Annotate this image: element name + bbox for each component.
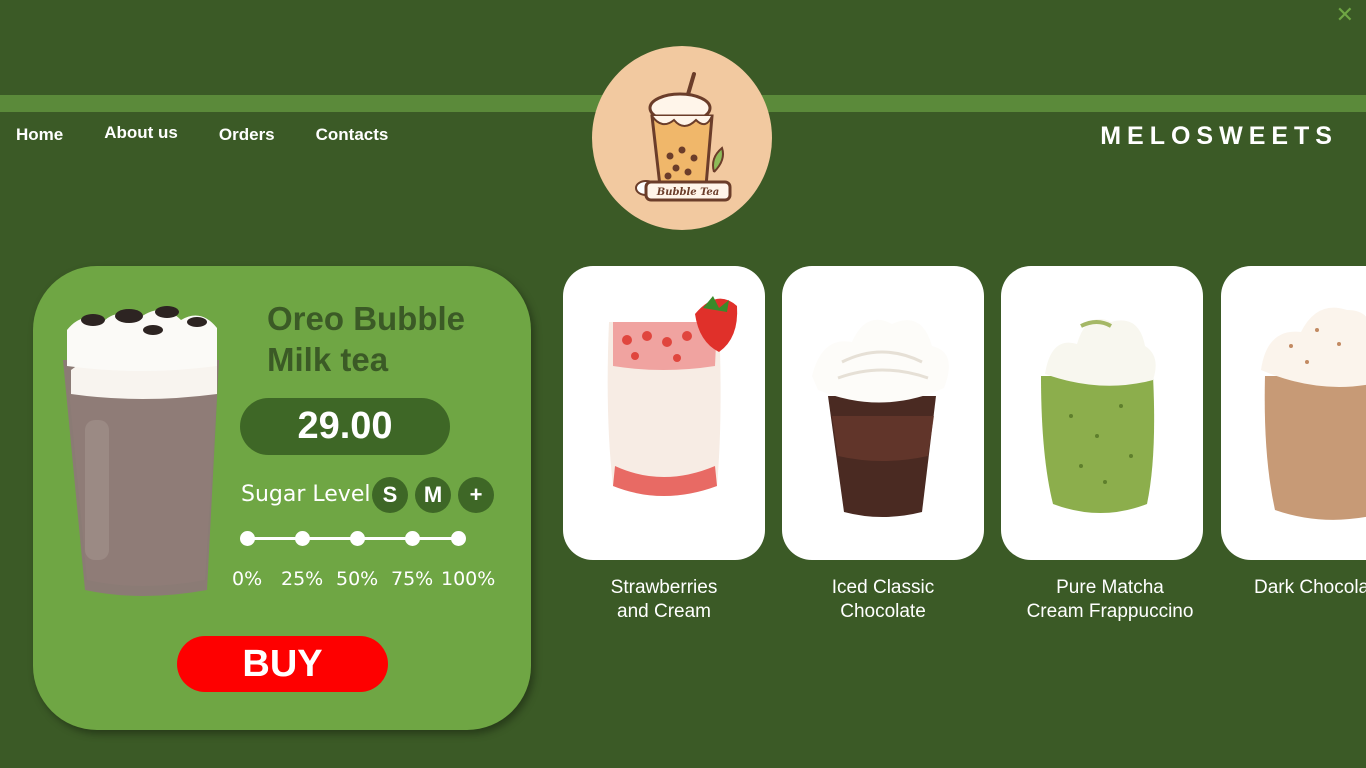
sugar-slider[interactable] xyxy=(240,530,466,548)
brand-name: MELOSWEETS xyxy=(1100,122,1338,150)
slider-stop-100[interactable] xyxy=(451,531,466,546)
menu-card-iced-classic-chocolate[interactable] xyxy=(782,266,984,560)
logo[interactable]: Bubble Tea xyxy=(592,46,772,230)
tick-label: 0% xyxy=(232,568,263,590)
slider-stop-25[interactable] xyxy=(295,531,310,546)
size-plus-button[interactable]: + xyxy=(458,477,494,513)
close-icon[interactable]: ✕ xyxy=(1336,4,1354,26)
menu-label-dark-chocolate: Dark Chocolate xyxy=(1254,577,1366,598)
nav-about-us[interactable]: About us xyxy=(104,123,178,145)
tick-label: 50% xyxy=(336,568,379,590)
sugar-level-label: Sugar Level xyxy=(241,482,371,507)
slider-stop-0[interactable] xyxy=(240,531,255,546)
logo-text: Bubble Tea xyxy=(656,187,720,198)
featured-product-card: Oreo Bubble Milk tea 29.00 Sugar Level S… xyxy=(33,266,531,730)
nav-orders[interactable]: Orders xyxy=(219,125,275,145)
main-nav: Home About us Orders Contacts xyxy=(16,123,429,145)
size-m-button[interactable]: M xyxy=(415,477,451,513)
slider-stop-75[interactable] xyxy=(405,531,420,546)
tick-label: 25% xyxy=(281,568,324,590)
dark-chocolate-image xyxy=(1261,307,1366,520)
matcha-frappuccino-image xyxy=(1041,318,1156,513)
bubble-tea-cup-icon: Bubble Tea xyxy=(635,72,732,202)
tick-label: 75% xyxy=(391,568,434,590)
oreo-milk-tea-image xyxy=(63,306,219,596)
menu-card-pure-matcha[interactable] xyxy=(1001,266,1203,560)
size-s-button[interactable]: S xyxy=(372,477,408,513)
menu-card-dark-chocolate[interactable] xyxy=(1221,266,1366,560)
nav-contacts[interactable]: Contacts xyxy=(316,125,389,145)
slider-stop-50[interactable] xyxy=(350,531,365,546)
product-name: Oreo Bubble Milk tea xyxy=(267,300,466,378)
menu-label-pure-matcha: Pure Matcha Cream Frappuccino xyxy=(1026,577,1194,622)
menu-card-strawberries-cream[interactable] xyxy=(563,266,765,560)
nav-home[interactable]: Home xyxy=(16,125,63,145)
buy-button[interactable]: BUY xyxy=(177,636,388,692)
menu-label-iced-classic-chocolate: Iced Classic Chocolate xyxy=(831,577,935,622)
price-display: 29.00 xyxy=(240,398,450,455)
iced-chocolate-image xyxy=(812,319,949,517)
strawberries-cream-image xyxy=(607,296,738,496)
tick-label: 100% xyxy=(441,568,496,590)
